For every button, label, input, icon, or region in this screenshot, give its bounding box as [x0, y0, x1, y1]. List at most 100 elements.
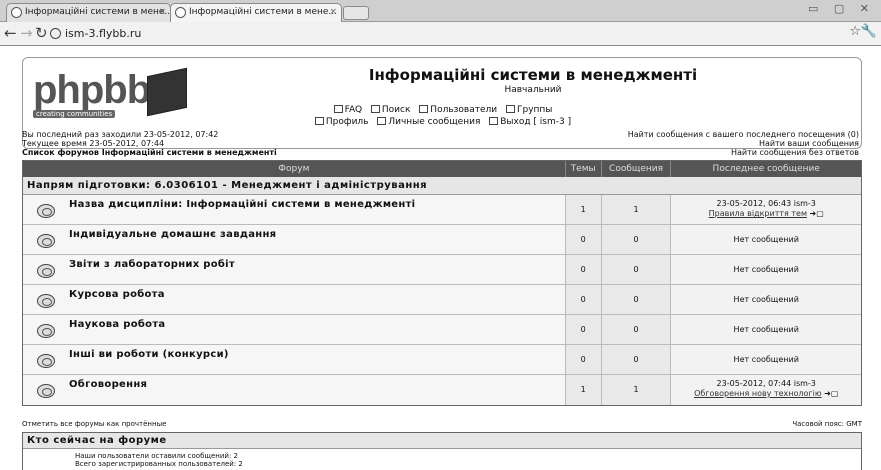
new-tab-button[interactable] — [343, 6, 369, 20]
table-row: Обговорення 1 1 23-05-2012, 07:44 ism-3 … — [23, 375, 861, 405]
forum-link[interactable]: Назва дисципліни: Інформаційні системи в… — [69, 199, 415, 210]
topics-count: 0 — [564, 345, 601, 374]
users-link[interactable]: Пользователи — [419, 105, 497, 115]
goto-post-icon[interactable]: ➜▢ — [824, 389, 838, 398]
tab-title: Інформаційні системи в мене... — [189, 7, 337, 17]
logo-slogan: creating communities — [33, 110, 116, 118]
search-icon — [370, 105, 380, 113]
forum-link[interactable]: Наукова робота — [69, 319, 165, 330]
last-post-cell: Нет сообщений — [670, 315, 861, 344]
last-post-cell: Нет сообщений — [670, 285, 861, 314]
reload-icon[interactable]: ↻ — [35, 24, 48, 42]
unanswered-link[interactable]: Найти сообщения без ответов — [628, 148, 859, 157]
table-row: Назва дисципліни: Інформаційні системи в… — [23, 195, 861, 225]
col-last-post: Последнее сообщение — [670, 161, 861, 177]
forum-table: Форум Темы Сообщения Последнее сообщение… — [22, 160, 862, 406]
browser-tab[interactable]: Інформаційні системи в мене... × — [6, 3, 171, 22]
phpbb-logo[interactable]: phpbb creating communities — [29, 66, 199, 122]
forum-link[interactable]: Курсова робота — [69, 289, 165, 300]
header-links: FAQ Поиск Пользователи Группы Профиль Ли… — [233, 104, 653, 128]
tab-title: Інформаційні системи в мене... — [25, 7, 171, 17]
posts-count: 1 — [600, 195, 671, 224]
forum-read-icon — [37, 384, 55, 398]
users-icon — [419, 105, 429, 113]
close-tab-icon[interactable]: × — [158, 4, 166, 21]
posts-count: 0 — [600, 345, 671, 374]
back-arrow-icon[interactable]: ← — [4, 24, 17, 42]
globe-icon — [50, 28, 61, 39]
topics-count: 0 — [564, 285, 601, 314]
last-post-cell: Нет сообщений — [670, 225, 861, 254]
logout-link[interactable]: Выход [ ism-3 ] — [489, 117, 571, 127]
site-title: Інформаційні системи в менеджменті — [368, 66, 698, 84]
site-description: Навчальний — [504, 85, 562, 95]
table-row: Індивідуальне домашнє завдання 0 0 Нет с… — [23, 225, 861, 255]
private-messages-link[interactable]: Личные сообщения — [377, 117, 480, 127]
last-post-link[interactable]: Обговорення нову технологію — [694, 389, 821, 398]
groups-link[interactable]: Группы — [506, 105, 552, 115]
page-favicon-icon — [175, 7, 186, 18]
faq-link[interactable]: FAQ — [333, 105, 362, 115]
mark-read-link[interactable]: Отметить все форумы как прочтённые — [22, 420, 166, 428]
who-is-online-panel: Кто сейчас на форуме Наши пользователи о… — [22, 432, 862, 470]
last-post-cell: 23-05-2012, 06:43 ism-3 Правила відкритт… — [670, 195, 861, 224]
bookmark-star-icon[interactable]: ☆ — [849, 24, 861, 39]
posts-count: 1 — [600, 375, 671, 405]
topics-count: 1 — [564, 375, 601, 405]
last-post-meta: 23-05-2012, 07:44 ism-3 — [716, 379, 816, 388]
topics-count: 0 — [564, 255, 601, 284]
topics-count: 0 — [564, 225, 601, 254]
new-posts-link[interactable]: Найти сообщения с вашего последнего посе… — [628, 130, 859, 139]
category-row[interactable]: Напрям підготовки: 6.0306101 - Менеджмен… — [23, 177, 861, 195]
url-text: ism-3.flybb.ru — [65, 27, 142, 40]
timezone-text: Часовой пояс: GMT — [792, 420, 862, 428]
faq-icon — [333, 105, 343, 113]
table-row: Інші ви роботи (конкурси) 0 0 Нет сообще… — [23, 345, 861, 375]
forum-link[interactable]: Інші ви роботи (конкурси) — [69, 349, 229, 360]
browser-toolbar: ← → ↻ ism-3.flybb.ru ☆ 🔧 — [0, 22, 881, 46]
topics-count: 1 — [564, 195, 601, 224]
search-link[interactable]: Поиск — [370, 105, 410, 115]
wrench-icon[interactable]: 🔧 — [861, 24, 877, 39]
posts-count: 0 — [600, 285, 671, 314]
forum-read-icon — [37, 324, 55, 338]
posts-count: 0 — [600, 255, 671, 284]
forum-link[interactable]: Обговорення — [69, 379, 147, 390]
posts-count: 0 — [600, 315, 671, 344]
window-controls[interactable]: ▭ ▢ ✕ — [808, 2, 875, 15]
profile-icon — [314, 117, 324, 125]
goto-post-icon[interactable]: ➜▢ — [810, 209, 824, 218]
col-topics: Темы — [564, 161, 601, 177]
last-post-link[interactable]: Правила відкриття тем — [709, 209, 807, 218]
breadcrumb[interactable]: Список форумов Інформаційні системи в ме… — [22, 148, 277, 157]
table-row: Звіти з лабораторних робіт 0 0 Нет сообщ… — [23, 255, 861, 285]
forum-read-icon — [37, 354, 55, 368]
own-posts-link[interactable]: Найти ваши сообщения — [628, 139, 859, 148]
col-forum: Форум — [278, 164, 310, 174]
col-posts: Сообщения — [600, 161, 671, 177]
message-icon — [377, 117, 387, 125]
last-visit-text: Вы последний раз заходили 23-05-2012, 07… — [22, 130, 219, 139]
logout-icon — [489, 117, 499, 125]
browser-tab-active[interactable]: Інформаційні системи в мене... × — [170, 3, 342, 22]
online-stats: Наши пользователи оставили сообщений: 2 … — [75, 452, 243, 468]
last-post-cell: 23-05-2012, 07:44 ism-3 Обговорення нову… — [670, 375, 861, 405]
profile-link[interactable]: Профиль — [314, 117, 368, 127]
table-footer: Отметить все форумы как прочтённые Часов… — [22, 420, 862, 428]
forum-read-icon — [37, 234, 55, 248]
groups-icon — [506, 105, 515, 113]
forum-link[interactable]: Звіти з лабораторних робіт — [69, 259, 235, 270]
search-links: Найти сообщения с вашего последнего посе… — [628, 130, 859, 157]
forum-read-icon — [37, 204, 55, 218]
forum-link[interactable]: Індивідуальне домашнє завдання — [69, 229, 276, 240]
close-tab-icon[interactable]: × — [329, 4, 337, 21]
forward-arrow-icon[interactable]: → — [20, 24, 33, 42]
online-title: Кто сейчас на форуме — [23, 433, 861, 449]
last-post-meta: 23-05-2012, 06:43 ism-3 — [716, 199, 816, 208]
forum-read-icon — [37, 294, 55, 308]
browser-tab-bar: Інформаційні системи в мене... × Інформа… — [0, 0, 881, 22]
table-header: Форум Темы Сообщения Последнее сообщение — [23, 161, 861, 177]
last-post-cell: Нет сообщений — [670, 255, 861, 284]
address-bar[interactable]: ism-3.flybb.ru — [50, 25, 850, 42]
page-favicon-icon — [11, 7, 22, 18]
